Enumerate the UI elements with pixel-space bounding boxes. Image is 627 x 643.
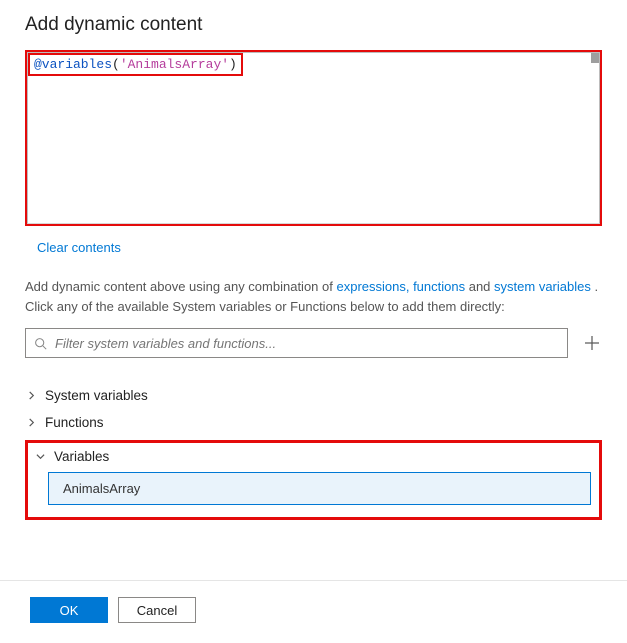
hint-pre: Add dynamic content above using any comb… bbox=[25, 279, 336, 294]
chevron-right-icon bbox=[25, 391, 37, 400]
chevron-down-icon bbox=[34, 452, 46, 461]
group-system-variables[interactable]: System variables bbox=[25, 382, 602, 409]
group-label-system: System variables bbox=[45, 388, 148, 403]
expression-string: 'AnimalsArray' bbox=[120, 57, 229, 72]
cancel-button[interactable]: Cancel bbox=[118, 597, 196, 623]
footer-separator bbox=[0, 580, 627, 581]
footer: OK Cancel bbox=[25, 597, 602, 623]
hint-mid: and bbox=[465, 279, 494, 294]
clear-contents-link[interactable]: Clear contents bbox=[37, 240, 121, 255]
group-label-variables: Variables bbox=[54, 449, 109, 464]
page-title: Add dynamic content bbox=[25, 14, 602, 36]
editor-scrollbar[interactable] bbox=[591, 53, 599, 63]
system-variables-link[interactable]: system variables bbox=[494, 279, 591, 294]
chevron-right-icon bbox=[25, 418, 37, 427]
add-button[interactable] bbox=[582, 333, 602, 353]
hint-text: Add dynamic content above using any comb… bbox=[25, 277, 602, 316]
expression-editor[interactable]: @variables('AnimalsArray') bbox=[27, 52, 600, 224]
variable-item-animalsarray[interactable]: AnimalsArray bbox=[48, 472, 591, 505]
expression-func: @variables bbox=[34, 57, 112, 72]
ok-button[interactable]: OK bbox=[30, 597, 108, 623]
expression-open: ( bbox=[112, 57, 120, 72]
expression-close: ) bbox=[229, 57, 237, 72]
expression-editor-highlight: @variables('AnimalsArray') bbox=[25, 50, 602, 226]
search-icon bbox=[34, 337, 47, 350]
filter-input-wrap[interactable] bbox=[25, 328, 568, 358]
group-label-functions: Functions bbox=[45, 415, 104, 430]
group-variables-highlight: Variables AnimalsArray bbox=[25, 440, 602, 520]
group-functions[interactable]: Functions bbox=[25, 409, 602, 436]
group-variables[interactable]: Variables bbox=[34, 447, 593, 466]
expression-text-highlight: @variables('AnimalsArray') bbox=[28, 53, 243, 76]
filter-input[interactable] bbox=[53, 335, 559, 352]
expressions-functions-link[interactable]: expressions, functions bbox=[336, 279, 465, 294]
